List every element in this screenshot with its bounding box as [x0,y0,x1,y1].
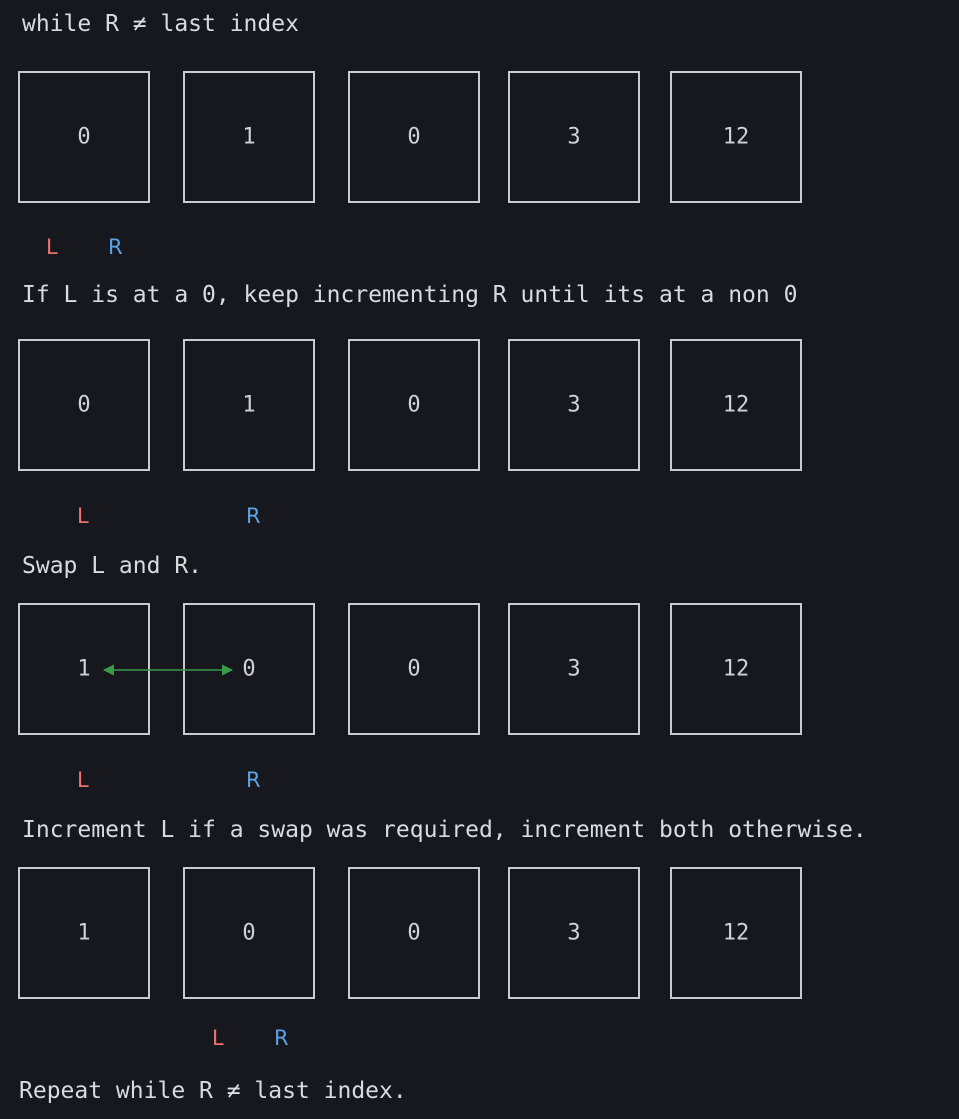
right-pointer-label: R [246,768,261,792]
array-cell: 3 [508,867,640,999]
array-cell: 12 [670,867,802,999]
array-cell: 1 [18,867,150,999]
cell-value: 12 [722,920,750,946]
array-cell: 0 [348,867,480,999]
cell-value: 0 [407,920,421,946]
cell-value: 0 [242,920,256,946]
left-pointer-label: L [212,1026,224,1050]
cell-value: 1 [77,920,91,946]
array-cell: 0 [183,867,315,999]
cell-value: 3 [567,920,581,946]
step-caption-4: Increment L if a swap was required, incr… [22,817,867,843]
left-pointer-label: L [77,768,89,792]
right-pointer-label: R [274,1026,289,1050]
step-caption-5: Repeat while R ≠ last index. [19,1078,407,1104]
